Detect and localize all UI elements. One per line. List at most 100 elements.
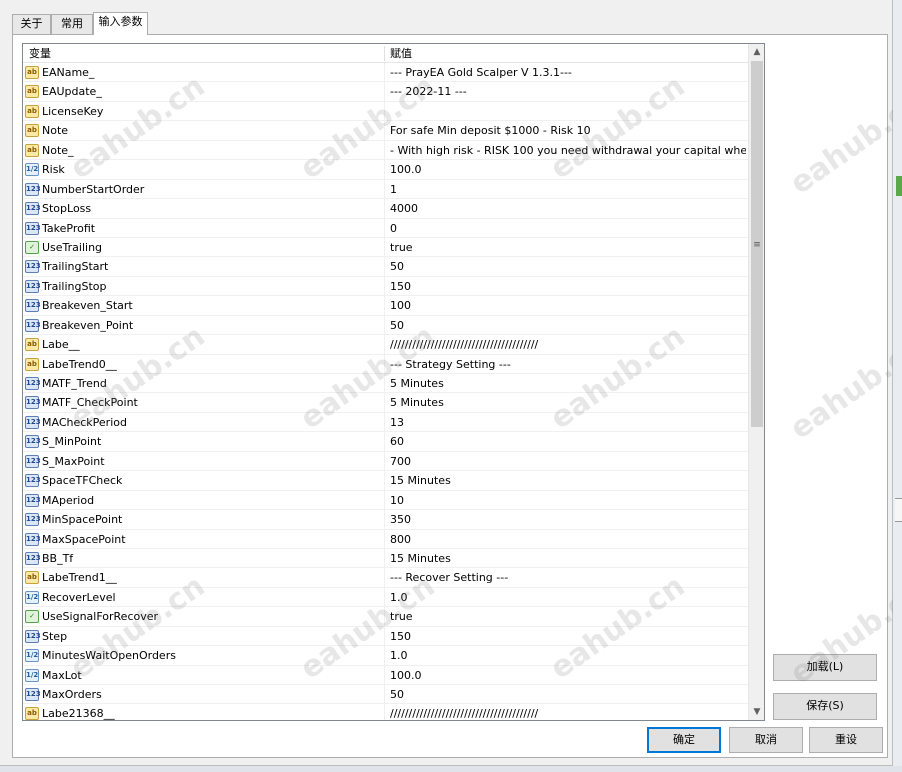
table-row[interactable]: 123 MaxSpacePoint 800 [23, 529, 749, 549]
header-value[interactable]: 赋值 [384, 44, 412, 63]
type-n123-icon: 123 [25, 629, 41, 643]
variable-value[interactable]: 150 [390, 627, 746, 646]
table-row[interactable]: ab Labe__ ////////////////////////////////… [23, 335, 749, 355]
table-row[interactable]: 123 BB_Tf 15 Minutes [23, 548, 749, 569]
variable-name: MaxOrders [42, 688, 102, 701]
table-row[interactable]: ab LabeTrend0__ --- Strategy Setting --- [23, 354, 749, 374]
row-name-cell: 123 MACheckPeriod [23, 412, 385, 432]
tab-inputs[interactable]: 输入参数 [93, 12, 148, 35]
tab-about[interactable]: 关于 [12, 14, 51, 34]
variable-value[interactable]: true [390, 238, 746, 257]
variable-value[interactable]: 15 Minutes [390, 471, 746, 490]
variable-value[interactable]: 5 Minutes [390, 374, 746, 393]
variable-name: Breakeven_Start [42, 299, 133, 313]
table-row[interactable]: 123 SpaceTFCheck 15 Minutes [23, 471, 749, 491]
type-ab-icon: ab [25, 66, 39, 79]
table-row[interactable]: 1/2 RecoverLevel 1.0 [23, 587, 749, 608]
table-row[interactable]: 123 StopLoss 4000 [23, 199, 749, 219]
variable-value[interactable]: 60 [390, 432, 746, 451]
type-bool-icon: ✓ [25, 240, 39, 254]
row-name-cell: 123 S_MinPoint [23, 432, 385, 452]
table-row[interactable]: 1/2 MaxLot 100.0 [23, 665, 749, 685]
type-n123-icon: 123 [25, 299, 41, 313]
table-row[interactable]: 123 MaxOrders 50 [23, 685, 749, 705]
row-name-cell: 1/2 MinutesWaitOpenOrders [23, 646, 385, 666]
variable-value[interactable]: For safe Min deposit $1000 - Risk 10 [390, 121, 746, 140]
table-row[interactable]: 1/2 MinutesWaitOpenOrders 1.0 [23, 646, 749, 666]
grid-scrollbar[interactable]: ▲ ≡ ▼ [748, 44, 764, 720]
table-row[interactable]: ab LabeTrend1__ --- Recover Setting --- [23, 568, 749, 588]
table-row[interactable]: ✓ UseSignalForRecover true [23, 607, 749, 627]
variable-value[interactable]: 100.0 [390, 666, 746, 685]
variable-value[interactable]: 1.0 [390, 588, 746, 607]
table-row[interactable]: 123 S_MaxPoint 700 [23, 451, 749, 472]
variable-value[interactable]: //////////////////////////////////////// [390, 335, 746, 354]
variable-value[interactable]: 4000 [390, 199, 746, 218]
ok-button[interactable]: 确定 [647, 727, 721, 753]
cancel-button[interactable]: 取消 [729, 727, 803, 753]
variable-value[interactable]: 700 [390, 452, 746, 471]
variable-value[interactable]: 1.0 [390, 646, 746, 665]
table-row[interactable]: 123 TakeProfit 0 [23, 218, 749, 238]
scroll-down-arrow-icon[interactable]: ▼ [749, 704, 765, 720]
variable-value[interactable]: 1 [390, 180, 746, 199]
row-name-cell: 123 TrailingStop [23, 276, 385, 296]
variable-value[interactable]: 50 [390, 685, 746, 704]
variable-value[interactable]: 800 [390, 530, 746, 549]
scroll-grip-icon: ≡ [753, 240, 761, 250]
table-row[interactable]: ab EAName_ --- PrayEA Gold Scalper V 1.3.1… [23, 63, 749, 83]
background-bottom-edge [0, 766, 902, 772]
table-row[interactable]: 123 MinSpacePoint 350 [23, 510, 749, 530]
variable-value[interactable]: 50 [390, 257, 746, 276]
scroll-up-arrow-icon[interactable]: ▲ [749, 44, 765, 60]
table-row[interactable]: 123 TrailingStop 150 [23, 276, 749, 297]
variable-value[interactable]: --- PrayEA Gold Scalper V 1.3.1--- [390, 63, 746, 82]
variable-value[interactable]: 15 Minutes [390, 549, 746, 568]
variable-value[interactable]: 10 [390, 491, 746, 510]
variable-value[interactable]: --- Recover Setting --- [390, 568, 746, 587]
table-row[interactable]: ab Note_ - With high risk - RISK 100 you n… [23, 140, 749, 161]
variable-value[interactable]: --- 2022-11 --- [390, 82, 746, 101]
variable-name: SpaceTFCheck [42, 474, 123, 488]
variable-value[interactable]: 5 Minutes [390, 393, 746, 412]
table-row[interactable]: ab EAUpdate_ --- 2022-11 --- [23, 82, 749, 102]
variable-value[interactable]: 13 [390, 413, 746, 432]
variable-value[interactable]: --- Strategy Setting --- [390, 355, 746, 374]
row-name-cell: ab Note [23, 121, 385, 141]
variable-value[interactable]: 350 [390, 510, 746, 529]
variable-name: TrailingStart [42, 260, 109, 274]
table-row[interactable]: 123 MATF_Trend 5 Minutes [23, 374, 749, 394]
row-name-cell: ab LabeTrend1__ [23, 568, 385, 588]
table-row[interactable]: 123 Breakeven_Point 50 [23, 315, 749, 336]
variable-value[interactable]: //////////////////////////////////////// [390, 704, 746, 720]
variable-value[interactable]: 0 [390, 219, 746, 238]
load-button[interactable]: 加载(L) [773, 654, 877, 681]
table-row[interactable]: 123 MACheckPeriod 13 [23, 412, 749, 433]
tab-common[interactable]: 常用 [51, 14, 93, 34]
variable-value[interactable]: 150 [390, 277, 746, 296]
header-variable[interactable]: 变量 [23, 44, 51, 63]
table-row[interactable]: 123 NumberStartOrder 1 [23, 179, 749, 200]
table-row[interactable]: ab Note For safe Min deposit $1000 - Risk … [23, 121, 749, 141]
variable-name: NumberStartOrder [42, 182, 145, 196]
table-row[interactable]: 123 MATF_CheckPoint 5 Minutes [23, 393, 749, 413]
table-row[interactable]: 123 TrailingStart 50 [23, 257, 749, 277]
table-row[interactable]: 123 Step 150 [23, 626, 749, 647]
table-row[interactable]: ✓ UseTrailing true [23, 237, 749, 258]
save-button[interactable]: 保存(S) [773, 693, 877, 720]
row-name-cell: 1/2 Risk [23, 160, 385, 180]
variable-name: UseSignalForRecover [42, 610, 159, 624]
variable-value[interactable]: - With high risk - RISK 100 you need wit… [390, 141, 746, 160]
variable-value[interactable]: true [390, 607, 746, 626]
reset-button[interactable]: 重设 [809, 727, 883, 753]
table-row[interactable]: 1/2 Risk 100.0 [23, 160, 749, 180]
table-row[interactable]: 123 Breakeven_Start 100 [23, 296, 749, 316]
variable-value[interactable]: 100.0 [390, 160, 746, 179]
variable-value[interactable]: 100 [390, 296, 746, 315]
table-row[interactable]: 123 S_MinPoint 60 [23, 432, 749, 452]
row-name-cell: ab Note_ [23, 140, 385, 160]
table-row[interactable]: ab Labe21368__ ///////////////////////////… [23, 704, 749, 720]
table-row[interactable]: ab LicenseKey [23, 101, 749, 122]
table-row[interactable]: 123 MAperiod 10 [23, 490, 749, 511]
variable-value[interactable]: 50 [390, 316, 746, 335]
